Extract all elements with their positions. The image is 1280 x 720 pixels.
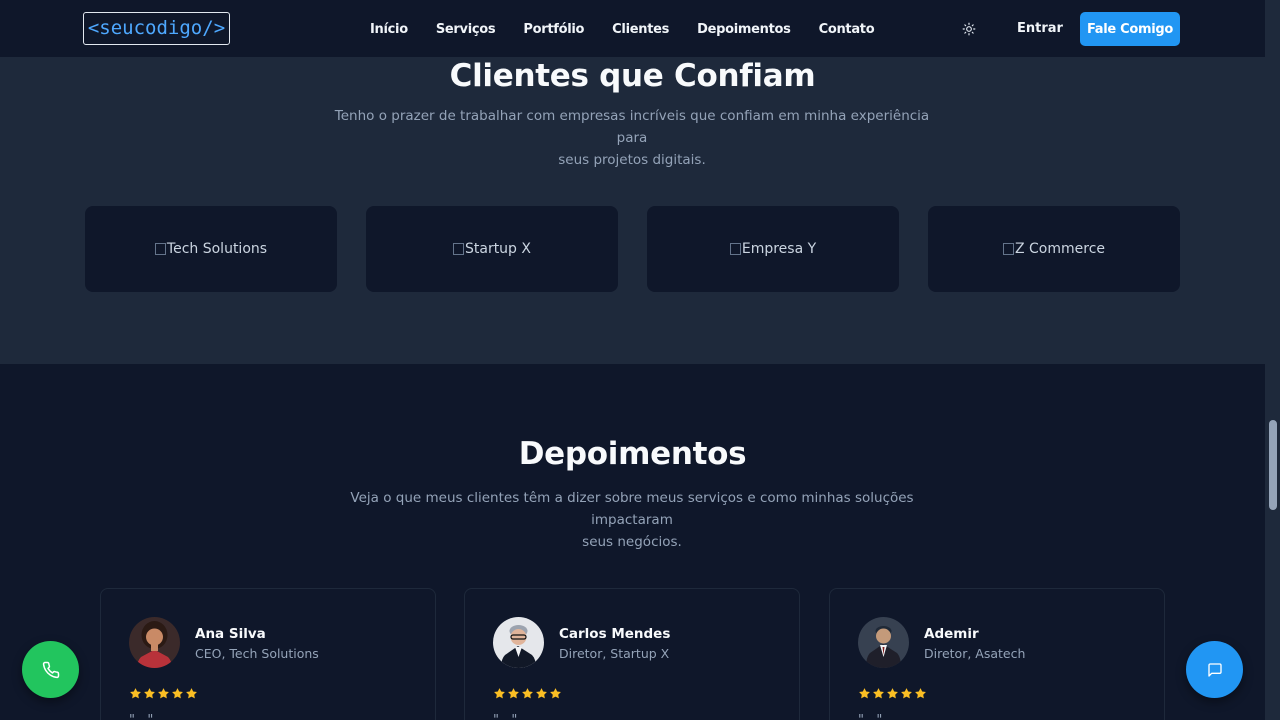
testimonial-text: "...": [129, 713, 153, 720]
site-header: <seucodigo/> Início Serviços Portfólio C…: [0, 0, 1265, 58]
rating-stars: [858, 687, 927, 700]
page-scrollbar[interactable]: [1265, 0, 1280, 720]
star-icon: [901, 688, 912, 699]
site-logo[interactable]: <seucodigo/>: [83, 12, 230, 45]
testimonial-card: Ademir Diretor, Asatech "...": [829, 588, 1165, 720]
login-link[interactable]: Entrar: [1017, 21, 1063, 36]
chat-button[interactable]: [1186, 641, 1243, 698]
rating-stars: [129, 687, 198, 700]
testimonial-role: Diretor, Asatech: [924, 646, 1026, 661]
star-icon: [887, 688, 898, 699]
chat-icon: [1207, 662, 1222, 677]
broken-image-icon: [154, 243, 166, 255]
testimonials-title: Depoimentos: [518, 436, 747, 472]
clients-title: Clientes que Confiam: [449, 58, 816, 94]
broken-image-icon: [452, 243, 464, 255]
star-icon: [158, 688, 169, 699]
testimonial-card: Ana Silva CEO, Tech Solutions "...": [100, 588, 436, 720]
testimonial-card: Carlos Mendes Diretor, Startup X "...": [464, 588, 800, 720]
contact-me-button[interactable]: Fale Comigo: [1080, 12, 1180, 46]
testimonials-subtitle: Veja o que meus clientes têm a dizer sob…: [350, 490, 914, 550]
star-icon: [859, 688, 870, 699]
nav-clientes[interactable]: Clientes: [612, 22, 669, 37]
nav-depoimentos[interactable]: Depoimentos: [697, 22, 791, 37]
client-logo-card: Z Commerce: [928, 206, 1180, 292]
star-icon: [873, 688, 884, 699]
main-nav: Início Serviços Portfólio Clientes Depoi…: [370, 0, 875, 58]
star-icon: [522, 688, 533, 699]
star-icon: [172, 688, 183, 699]
testimonial-name: Ademir: [924, 626, 979, 642]
star-icon: [508, 688, 519, 699]
star-icon: [915, 688, 926, 699]
star-icon: [550, 688, 561, 699]
client-logo-card: Startup X: [366, 206, 618, 292]
testimonial-role: Diretor, Startup X: [559, 646, 670, 661]
testimonial-name: Carlos Mendes: [559, 626, 671, 642]
testimonial-role: CEO, Tech Solutions: [195, 646, 319, 661]
broken-image-icon: [729, 243, 741, 255]
phone-icon: [42, 661, 59, 678]
sun-icon[interactable]: [960, 20, 978, 38]
broken-image-icon: [1002, 243, 1014, 255]
testimonial-text: "...": [493, 713, 517, 720]
nav-contato[interactable]: Contato: [819, 22, 875, 37]
testimonial-text: "...": [858, 713, 882, 720]
testimonial-name: Ana Silva: [195, 626, 266, 642]
nav-servicos[interactable]: Serviços: [436, 22, 496, 37]
star-icon: [130, 688, 141, 699]
avatar: [129, 617, 180, 668]
nav-portfolio[interactable]: Portfólio: [523, 22, 584, 37]
star-icon: [186, 688, 197, 699]
rating-stars: [493, 687, 562, 700]
avatar: [493, 617, 544, 668]
client-logo-card: Tech Solutions: [85, 206, 337, 292]
testimonials-section: Depoimentos Veja o que meus clientes têm…: [0, 364, 1265, 720]
clients-subtitle: Tenho o prazer de trabalhar com empresas…: [334, 108, 930, 168]
star-icon: [144, 688, 155, 699]
scrollbar-thumb[interactable]: [1269, 420, 1277, 510]
nav-inicio[interactable]: Início: [370, 22, 408, 37]
star-icon: [494, 688, 505, 699]
clients-section: Clientes que Confiam Tenho o prazer de t…: [0, 58, 1265, 364]
client-logo-card: Empresa Y: [647, 206, 899, 292]
whatsapp-call-button[interactable]: [22, 641, 79, 698]
avatar: [858, 617, 909, 668]
star-icon: [536, 688, 547, 699]
